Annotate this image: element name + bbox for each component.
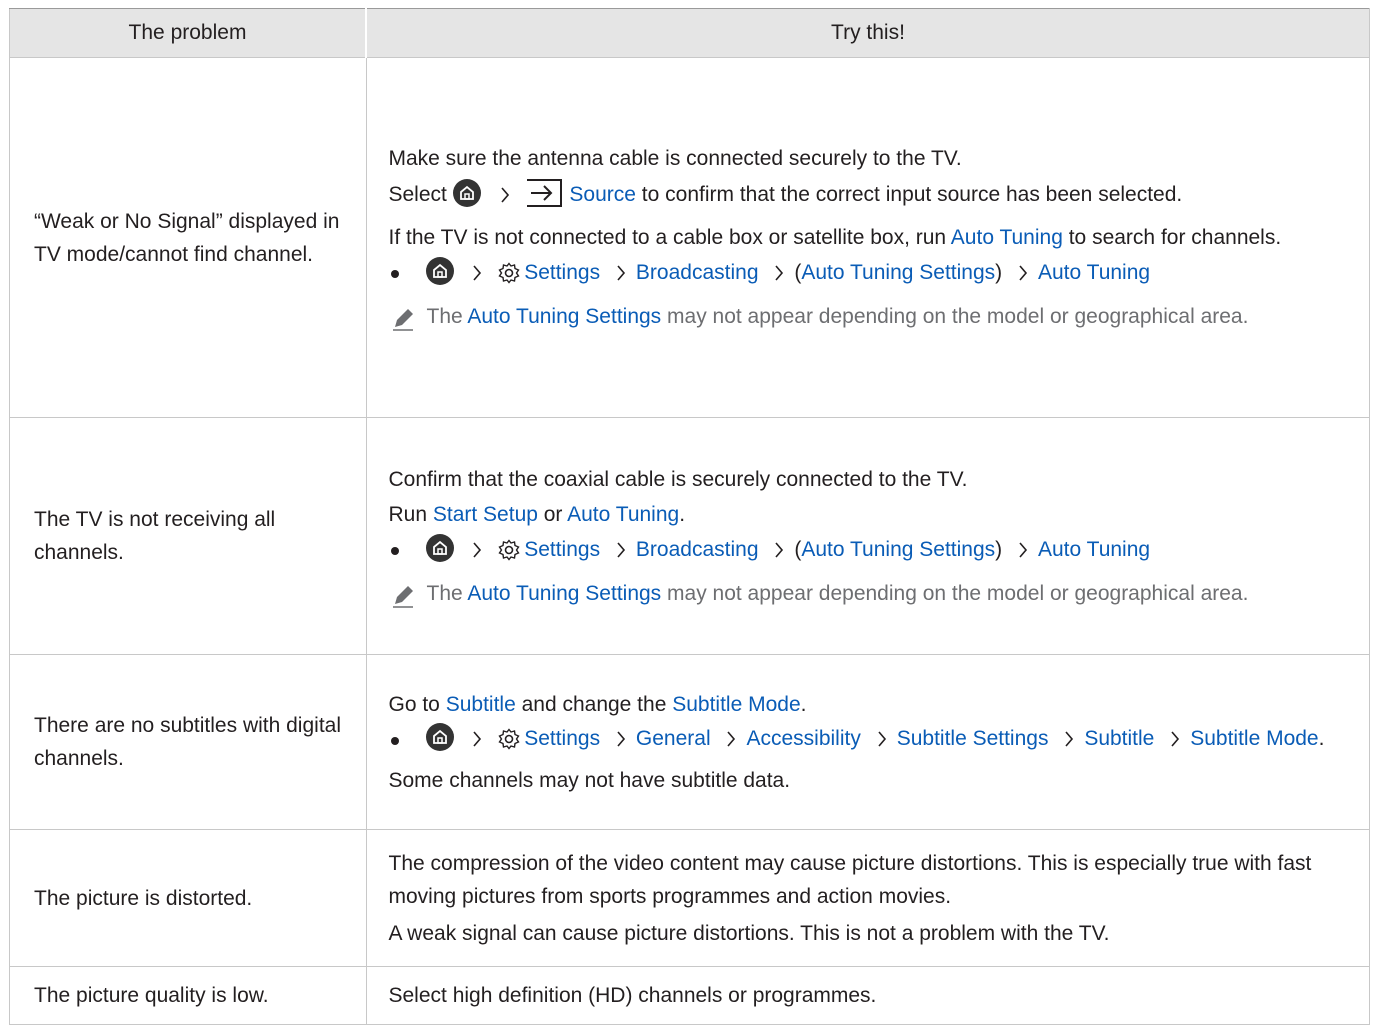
- solution-cell: The compression of the video content may…: [367, 847, 1370, 950]
- home-icon: [425, 722, 454, 751]
- table-row: The picture quality is low. Select high …: [9, 966, 1370, 1025]
- chevron-right-icon: [877, 728, 887, 756]
- problem-text: The TV is not receiving all channels.: [34, 508, 276, 564]
- solution-line: Make sure the antenna cable is connected…: [388, 147, 962, 170]
- solution-line: Run Start Setup or Auto Tuning.: [389, 498, 1348, 531]
- text-fragment: .: [1318, 726, 1325, 750]
- pencil-note-icon: [391, 583, 415, 620]
- gear-icon: [498, 261, 520, 294]
- path-auto-tuning-settings[interactable]: Auto Tuning Settings: [801, 261, 995, 284]
- header-try-this: Try this!: [365, 8, 1370, 58]
- chevron-right-icon: [774, 536, 784, 569]
- home-icon: [452, 179, 481, 207]
- solution-cell: Go to Subtitle and change the Subtitle M…: [367, 688, 1370, 797]
- table-row: The picture is distorted. The compressio…: [9, 829, 1370, 967]
- chevron-right-icon: [1018, 536, 1028, 569]
- path-subtitle-settings[interactable]: Subtitle Settings: [897, 727, 1049, 750]
- chevron-right-icon: [1018, 259, 1028, 292]
- text-fragment: Go to: [388, 692, 446, 716]
- chevron-right-icon: [472, 536, 482, 569]
- problem-text: “Weak or No Signal” displayed in TV mode…: [34, 209, 340, 266]
- path-general[interactable]: General: [636, 727, 711, 750]
- auto-tuning-link[interactable]: Auto Tuning: [951, 226, 1063, 249]
- start-setup-link[interactable]: Start Setup: [433, 503, 538, 526]
- solution-line: The compression of the video content may…: [388, 851, 1312, 908]
- chevron-right-icon: [774, 259, 784, 292]
- path-auto-tuning-settings[interactable]: Auto Tuning Settings: [801, 538, 995, 561]
- solution-line: Some channels may not have subtitle data…: [388, 768, 791, 792]
- path-settings[interactable]: Settings: [524, 727, 600, 750]
- text-fragment: to search for channels.: [1062, 226, 1282, 249]
- chevron-right-icon: [616, 728, 626, 756]
- text-fragment: may not appear depending on the model or…: [661, 305, 1249, 328]
- text-fragment: The: [426, 581, 468, 605]
- solution-line: Go to Subtitle and change the Subtitle M…: [389, 688, 1348, 721]
- solution-line: Select high definition (HD) channels or …: [388, 984, 877, 1007]
- chevron-right-icon: [1064, 728, 1074, 756]
- gear-icon: [498, 538, 520, 571]
- solution-cell: Select high definition (HD) channels or …: [367, 979, 1370, 1012]
- chevron-right-icon: [726, 728, 736, 756]
- troubleshooting-table: The problem Try this! “Weak or No Signal…: [9, 8, 1370, 1025]
- text-fragment: Run: [388, 502, 433, 526]
- bullet-dot: [390, 270, 399, 278]
- table-row: The TV is not receiving all channels. Co…: [9, 417, 1370, 655]
- gear-icon: [498, 727, 520, 758]
- text-fragment: .: [800, 692, 807, 716]
- chevron-right-icon: [616, 259, 626, 292]
- chevron-right-icon: [472, 259, 482, 292]
- path-broadcasting[interactable]: Broadcasting: [636, 261, 759, 284]
- chevron-right-icon: [616, 536, 626, 569]
- solution-line: Confirm that the coaxial cable is secure…: [388, 467, 968, 491]
- bullet-dot: [390, 546, 399, 555]
- source-input-icon: [525, 178, 563, 218]
- path-broadcasting[interactable]: Broadcasting: [636, 538, 759, 561]
- menu-path: Settings General Accessibility Subtitle …: [389, 722, 1348, 758]
- auto-tuning-settings-link[interactable]: Auto Tuning Settings: [467, 582, 661, 605]
- text-fragment: may not appear depending on the model or…: [661, 581, 1249, 605]
- problem-text: The picture is distorted.: [34, 886, 253, 910]
- text-fragment: If the TV is not connected to a cable bo…: [388, 226, 951, 249]
- select-suffix: to confirm that the correct input source…: [635, 183, 1183, 206]
- select-prefix: Select: [388, 183, 447, 206]
- menu-path: Settings Broadcasting (Auto Tuning Setti…: [389, 533, 1348, 571]
- solution-cell: Make sure the antenna cable is connected…: [367, 142, 1370, 335]
- path-settings[interactable]: Settings: [524, 261, 600, 284]
- chevron-right-icon: [472, 728, 482, 756]
- path-auto-tuning[interactable]: Auto Tuning: [1038, 261, 1150, 284]
- solution-line: Select Source to confirm that the correc…: [389, 178, 1348, 218]
- note: The Auto Tuning Settings may not appear …: [389, 575, 1348, 612]
- subtitle-link[interactable]: Subtitle: [446, 693, 516, 716]
- bullet-dot: [390, 736, 399, 745]
- table-row: There are no subtitles with digital chan…: [9, 654, 1370, 830]
- text-fragment: .: [679, 502, 686, 526]
- subtitle-mode-link[interactable]: Subtitle Mode: [672, 693, 800, 716]
- home-icon: [425, 533, 454, 562]
- home-icon: [425, 257, 454, 285]
- path-subtitle[interactable]: Subtitle: [1084, 727, 1154, 750]
- problem-text: The picture quality is low.: [34, 984, 269, 1007]
- path-accessibility[interactable]: Accessibility: [746, 727, 860, 750]
- path-subtitle-mode[interactable]: Subtitle Mode: [1190, 727, 1318, 750]
- problem-text: There are no subtitles with digital chan…: [34, 714, 341, 770]
- table-header-row: The problem Try this!: [9, 8, 1370, 58]
- source-link[interactable]: Source: [569, 183, 636, 206]
- path-settings[interactable]: Settings: [524, 538, 600, 561]
- text-fragment: The: [426, 305, 468, 328]
- auto-tuning-settings-link[interactable]: Auto Tuning Settings: [467, 305, 661, 328]
- note: The Auto Tuning Settings may not appear …: [389, 298, 1348, 335]
- text-fragment: or: [537, 502, 568, 526]
- solution-line: If the TV is not connected to a cable bo…: [389, 221, 1348, 254]
- header-problem: The problem: [9, 8, 367, 58]
- auto-tuning-link[interactable]: Auto Tuning: [567, 503, 679, 526]
- menu-path: Settings Broadcasting (Auto Tuning Setti…: [389, 256, 1348, 294]
- solution-cell: Confirm that the coaxial cable is secure…: [367, 463, 1370, 612]
- chevron-right-icon: [1170, 728, 1180, 756]
- solution-line: A weak signal can cause picture distorti…: [388, 921, 1110, 945]
- pencil-note-icon: [391, 306, 415, 343]
- table-row: “Weak or No Signal” displayed in TV mode…: [9, 57, 1370, 418]
- chevron-right-icon: [500, 181, 510, 214]
- path-auto-tuning[interactable]: Auto Tuning: [1038, 538, 1150, 561]
- text-fragment: and change the: [515, 692, 673, 716]
